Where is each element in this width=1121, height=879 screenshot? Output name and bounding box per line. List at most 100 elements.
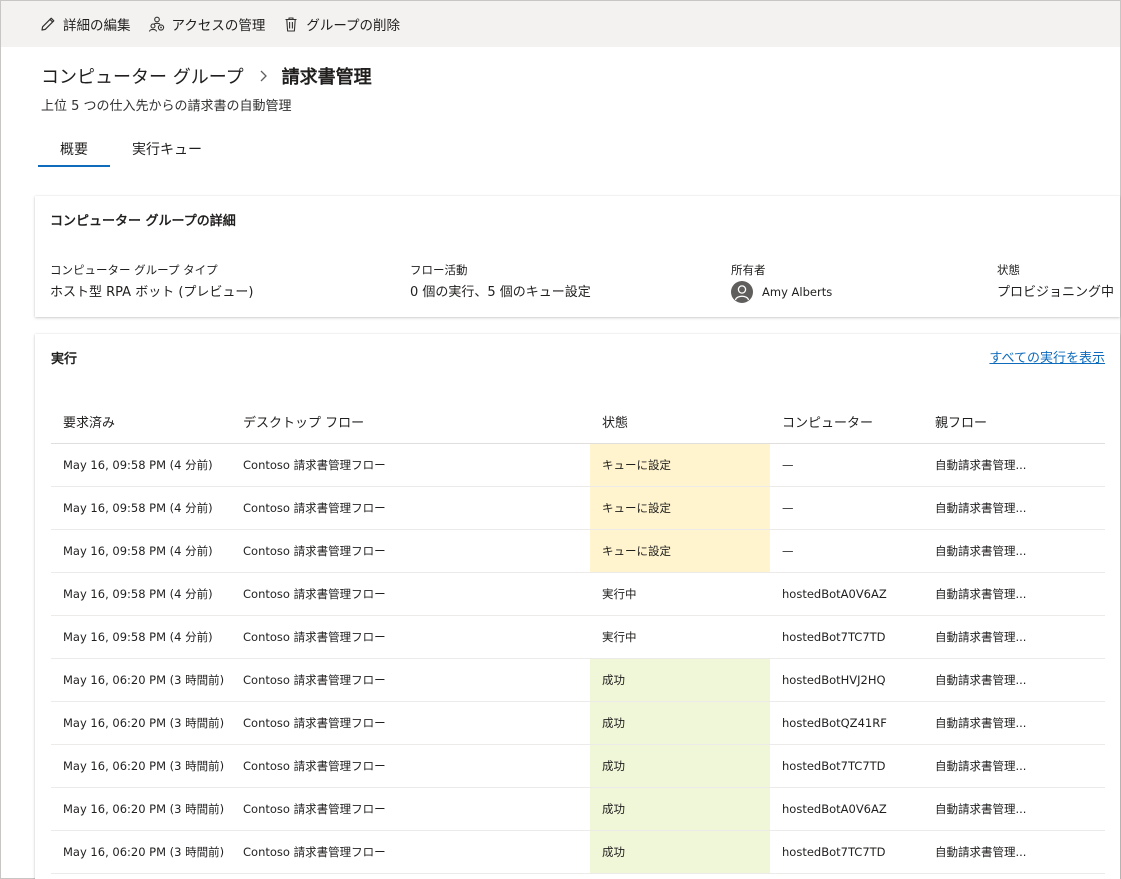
parent-flow-cell: 自動請求書管理... (923, 443, 1105, 487)
machine-cell: hostedBot7TC7TD (770, 830, 923, 874)
table-row[interactable]: May 16, 06:20 PM (3 時間前) Contoso 請求書管理フロー… (51, 701, 1105, 745)
table-row[interactable]: May 16, 06:20 PM (3 時間前) Contoso 請求書管理フロー… (51, 830, 1105, 874)
table-row[interactable]: May 16, 09:58 PM (4 分前) Contoso 請求書管理フローキ… (51, 443, 1105, 487)
machine-cell: hostedBotA0V6AZ (770, 787, 923, 831)
status-cell: 成功 (590, 744, 770, 788)
column-header-requested[interactable]: 要求済み (51, 400, 231, 444)
manage-access-label: アクセスの管理 (171, 18, 266, 34)
requested-cell: May 16, 09:58 PM (4 分前) (51, 529, 231, 573)
edit-details-button[interactable]: 詳細の編集 (39, 9, 131, 39)
table-row[interactable]: May 16, 06:20 PM (3 時間前) Contoso 請求書管理フロー… (51, 744, 1105, 788)
status-cell: キューに設定 (590, 486, 770, 530)
desktop-flow-cell: Contoso 請求書管理フロー (231, 486, 590, 530)
table-row[interactable]: May 16, 09:58 PM (4 分前) Contoso 請求書管理フロー実… (51, 572, 1105, 616)
table-header-row: 要求済み デスクトップ フロー 状態 コンピューター 親フロー (51, 400, 1105, 444)
view-all-runs-link[interactable]: すべての実行を表示 (989, 347, 1105, 366)
requested-cell: May 16, 06:20 PM (3 時間前) (51, 744, 231, 788)
tab-run-queue[interactable]: 実行キュー (132, 135, 202, 167)
runs-table-body: May 16, 09:58 PM (4 分前) Contoso 請求書管理フローキ… (51, 443, 1105, 874)
runs-card: 実行 すべての実行を表示 要求済み デスクトップ フロー 状態 コンピューター … (35, 334, 1120, 879)
owner-label: 所有者 (731, 263, 766, 277)
parent-flow-cell: 自動請求書管理... (923, 486, 1105, 530)
machine-cell: — (770, 443, 923, 487)
group-type-label: コンピューター グループ タイプ (50, 263, 218, 277)
status-field: 状態 プロビジョニング中 (997, 262, 1114, 300)
page-description: 上位 5 つの仕入先からの請求書の自動管理 (41, 99, 292, 114)
requested-cell: May 16, 06:20 PM (3 時間前) (51, 787, 231, 831)
status-cell: 成功 (590, 830, 770, 874)
group-details-card: コンピューター グループの詳細 コンピューター グループ タイプ ホスト型 RP… (35, 196, 1120, 317)
column-header-status[interactable]: 状態 (590, 400, 770, 444)
status-cell: 実行中 (590, 572, 770, 616)
table-row[interactable]: May 16, 09:58 PM (4 分前) Contoso 請求書管理フローキ… (51, 529, 1105, 573)
parent-flow-cell: 自動請求書管理... (923, 572, 1105, 616)
person-icon (734, 285, 750, 301)
machine-cell: hostedBotQZ41RF (770, 701, 923, 745)
machine-cell: — (770, 529, 923, 573)
machine-cell: — (770, 486, 923, 530)
manage-access-button[interactable]: アクセスの管理 (148, 9, 266, 39)
table-row[interactable]: May 16, 06:20 PM (3 時間前) Contoso 請求書管理フロー… (51, 787, 1105, 831)
runs-table: 要求済み デスクトップ フロー 状態 コンピューター 親フロー May 16, … (51, 400, 1105, 874)
requested-cell: May 16, 09:58 PM (4 分前) (51, 615, 231, 659)
people-settings-icon (148, 16, 164, 32)
page-title: 請求書管理 (281, 67, 372, 88)
column-header-parent-flow[interactable]: 親フロー (923, 400, 1105, 444)
status-cell: 成功 (590, 701, 770, 745)
delete-group-label: グループの削除 (306, 18, 401, 34)
requested-cell: May 16, 06:20 PM (3 時間前) (51, 830, 231, 874)
parent-flow-cell: 自動請求書管理... (923, 744, 1105, 788)
desktop-flow-cell: Contoso 請求書管理フロー (231, 443, 590, 487)
requested-cell: May 16, 09:58 PM (4 分前) (51, 572, 231, 616)
runs-card-title: 実行 (51, 352, 78, 367)
tab-list: 概要 実行キュー (38, 135, 202, 167)
details-card-title: コンピューター グループの詳細 (50, 214, 236, 229)
requested-cell: May 16, 09:58 PM (4 分前) (51, 486, 231, 530)
table-row[interactable]: May 16, 09:58 PM (4 分前) Contoso 請求書管理フロー実… (51, 615, 1105, 659)
status-label: 状態 (997, 263, 1020, 277)
column-header-machine[interactable]: コンピューター (770, 400, 923, 444)
requested-cell: May 16, 09:58 PM (4 分前) (51, 443, 231, 487)
breadcrumb-parent-link[interactable]: コンピューター グループ (41, 63, 244, 89)
breadcrumb: コンピューター グループ 請求書管理 (41, 63, 372, 89)
desktop-flow-cell: Contoso 請求書管理フロー (231, 572, 590, 616)
owner-value: Amy Alberts (731, 281, 832, 303)
status-cell: 実行中 (590, 615, 770, 659)
delete-group-button[interactable]: グループの削除 (282, 9, 400, 39)
owner-name[interactable]: Amy Alberts (762, 285, 832, 299)
machine-cell: hostedBot7TC7TD (770, 615, 923, 659)
machine-cell: hostedBotA0V6AZ (770, 572, 923, 616)
flow-activity-field: フロー活動 0 個の実行、5 個のキュー設定 (410, 262, 591, 300)
machine-cell: hostedBot7TC7TD (770, 744, 923, 788)
desktop-flow-cell: Contoso 請求書管理フロー (231, 529, 590, 573)
desktop-flow-cell: Contoso 請求書管理フロー (231, 615, 590, 659)
machine-cell: hostedBotHVJ2HQ (770, 658, 923, 702)
trash-icon (285, 17, 297, 32)
status-cell: 成功 (590, 658, 770, 702)
chevron-right-icon (258, 69, 268, 83)
flow-activity-label: フロー活動 (410, 263, 468, 277)
requested-cell: May 16, 06:20 PM (3 時間前) (51, 701, 231, 745)
parent-flow-cell: 自動請求書管理... (923, 787, 1105, 831)
column-header-desktop-flow[interactable]: デスクトップ フロー (231, 400, 590, 444)
parent-flow-cell: 自動請求書管理... (923, 615, 1105, 659)
owner-field: 所有者 Amy Alberts (731, 262, 832, 303)
status-cell: 成功 (590, 787, 770, 831)
table-row[interactable]: May 16, 09:58 PM (4 分前) Contoso 請求書管理フローキ… (51, 486, 1105, 530)
parent-flow-cell: 自動請求書管理... (923, 658, 1105, 702)
flow-activity-value: 0 個の実行、5 個のキュー設定 (410, 285, 591, 300)
avatar (731, 281, 753, 303)
parent-flow-cell: 自動請求書管理... (923, 529, 1105, 573)
group-type-value: ホスト型 RPA ボット (プレビュー) (50, 285, 254, 300)
status-cell: キューに設定 (590, 443, 770, 487)
parent-flow-cell: 自動請求書管理... (923, 830, 1105, 874)
desktop-flow-cell: Contoso 請求書管理フロー (231, 744, 590, 788)
requested-cell: May 16, 06:20 PM (3 時間前) (51, 658, 231, 702)
status-cell: キューに設定 (590, 529, 770, 573)
desktop-flow-cell: Contoso 請求書管理フロー (231, 787, 590, 831)
tab-overview[interactable]: 概要 (38, 135, 110, 167)
table-row[interactable]: May 16, 06:20 PM (3 時間前) Contoso 請求書管理フロー… (51, 658, 1105, 702)
parent-flow-cell: 自動請求書管理... (923, 701, 1105, 745)
status-value: プロビジョニング中 (997, 285, 1115, 300)
pencil-icon (41, 17, 55, 31)
